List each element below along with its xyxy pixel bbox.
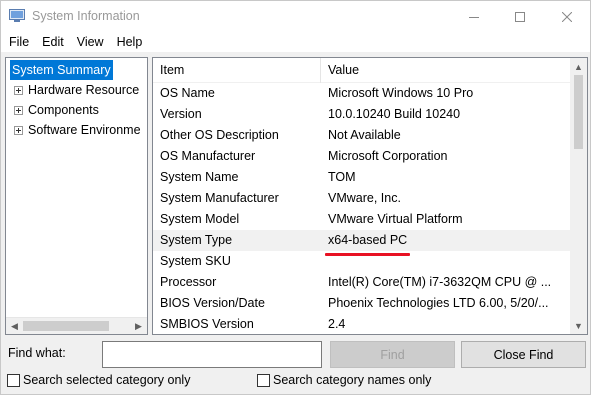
close-icon <box>562 11 572 22</box>
expand-plus-icon[interactable] <box>14 125 23 135</box>
expand-plus-icon[interactable] <box>14 85 23 95</box>
item-cell: OS Manufacturer <box>160 149 256 163</box>
item-cell: System SKU <box>160 254 231 268</box>
item-cell: System Name <box>160 170 239 184</box>
table-row[interactable]: System Manufacturer VMware, Inc. <box>153 188 570 209</box>
search-category-names-checkbox[interactable] <box>257 373 270 387</box>
list-vertical-scrollbar[interactable]: ▲ ▼ <box>570 58 587 334</box>
list-header: Item Value <box>153 58 570 83</box>
value-cell: TOM <box>328 170 356 184</box>
expand-plus-icon[interactable] <box>14 105 23 115</box>
table-row[interactable]: BIOS Version/Date Phoenix Technologies LT… <box>153 293 570 314</box>
value-cell: Intel(R) Core(TM) i7-3632QM CPU @ ... <box>328 275 552 289</box>
tree-item-software-environment[interactable]: Software Environme <box>14 120 141 140</box>
item-cell: OS Name <box>160 86 215 100</box>
scroll-up-arrow-icon[interactable]: ▲ <box>570 58 587 75</box>
checkbox-label: Search category names only <box>273 373 432 387</box>
system-information-app-icon <box>9 9 25 22</box>
value-cell: Phoenix Technologies LTD 6.00, 5/20/... <box>328 296 549 310</box>
minimize-icon <box>469 16 479 18</box>
item-cell: BIOS Version/Date <box>160 296 265 310</box>
tree-item-label: Software Environme <box>28 123 141 137</box>
column-header-value[interactable]: Value <box>321 58 570 83</box>
tree-item-label: Components <box>28 103 99 117</box>
search-selected-category-option[interactable]: Search selected category only <box>7 373 190 387</box>
table-row[interactable]: Version 10.0.10240 Build 10240 <box>153 104 570 125</box>
item-cell: Other OS Description <box>160 128 279 142</box>
table-row[interactable]: Processor Intel(R) Core(TM) i7-3632QM CPU… <box>153 272 570 293</box>
table-row[interactable]: OS Name Microsoft Windows 10 Pro <box>153 83 570 104</box>
scrollbar-thumb[interactable] <box>574 75 583 149</box>
search-category-names-option[interactable]: Search category names only <box>257 373 431 387</box>
item-cell: System Type <box>160 233 233 247</box>
menu-bar: File Edit View Help <box>1 32 590 52</box>
item-cell: System Manufacturer <box>160 191 279 205</box>
menu-edit[interactable]: Edit <box>37 35 69 49</box>
value-cell: VMware, Inc. <box>328 191 401 205</box>
close-find-button[interactable]: Close Find <box>461 341 586 368</box>
item-cell: System Model <box>160 212 240 226</box>
find-what-label: Find what: <box>8 346 66 360</box>
menu-view[interactable]: View <box>72 35 109 49</box>
value-cell: VMware Virtual Platform <box>328 212 463 226</box>
column-header-item[interactable]: Item <box>153 58 321 83</box>
scroll-right-arrow-icon[interactable]: ▶ <box>130 318 147 334</box>
maximize-icon <box>515 11 525 22</box>
find-button[interactable]: Find <box>330 341 455 368</box>
red-underline-annotation <box>325 253 410 256</box>
list-rows: OS Name Microsoft Windows 10 Pro Version 1… <box>153 83 570 334</box>
tree-item-components[interactable]: Components <box>14 100 99 120</box>
category-tree[interactable]: System Summary Hardware Resource Compone… <box>5 57 148 335</box>
value-cell: Microsoft Corporation <box>328 149 448 163</box>
value-cell: Not Available <box>328 128 401 142</box>
menu-help[interactable]: Help <box>112 35 148 49</box>
table-row[interactable]: SMBIOS Version 2.4 <box>153 314 570 334</box>
table-row[interactable]: OS Manufacturer Microsoft Corporation <box>153 146 570 167</box>
close-button[interactable] <box>544 1 590 32</box>
scroll-left-arrow-icon[interactable]: ◀ <box>6 318 23 334</box>
find-what-input[interactable] <box>102 341 322 368</box>
minimize-button[interactable] <box>451 1 497 32</box>
table-row[interactable]: System Name TOM <box>153 167 570 188</box>
value-cell: x64-based PC <box>328 233 408 247</box>
tree-horizontal-scrollbar[interactable]: ◀ ▶ <box>6 317 147 334</box>
item-cell: SMBIOS Version <box>160 317 254 331</box>
table-row[interactable]: Other OS Description Not Available <box>153 125 570 146</box>
title-bar[interactable]: System Information <box>1 1 590 32</box>
checkbox-label: Search selected category only <box>23 373 191 387</box>
value-cell: 10.0.10240 Build 10240 <box>328 107 461 121</box>
search-selected-category-checkbox[interactable] <box>7 373 20 387</box>
scrollbar-thumb[interactable] <box>23 321 109 331</box>
scroll-down-arrow-icon[interactable]: ▼ <box>570 317 587 334</box>
value-cell: 2.4 <box>328 317 346 331</box>
tree-item-system-summary[interactable]: System Summary <box>10 60 113 80</box>
details-list[interactable]: Item Value OS Name Microsoft Windows 10 P… <box>152 57 588 335</box>
tree-item-label: Hardware Resource <box>28 83 140 97</box>
maximize-button[interactable] <box>497 1 543 32</box>
tree-item-hardware-resources[interactable]: Hardware Resource <box>14 80 139 100</box>
item-cell: Version <box>160 107 202 121</box>
window-title: System Information <box>32 9 140 23</box>
table-row[interactable]: System Model VMware Virtual Platform <box>153 209 570 230</box>
menu-file[interactable]: File <box>4 35 34 49</box>
system-information-window: System Information File Edit View Help S… <box>0 0 591 395</box>
value-cell: Microsoft Windows 10 Pro <box>328 86 474 100</box>
item-cell: Processor <box>160 275 217 289</box>
table-row-selected[interactable]: System Type x64-based PC <box>153 230 570 251</box>
